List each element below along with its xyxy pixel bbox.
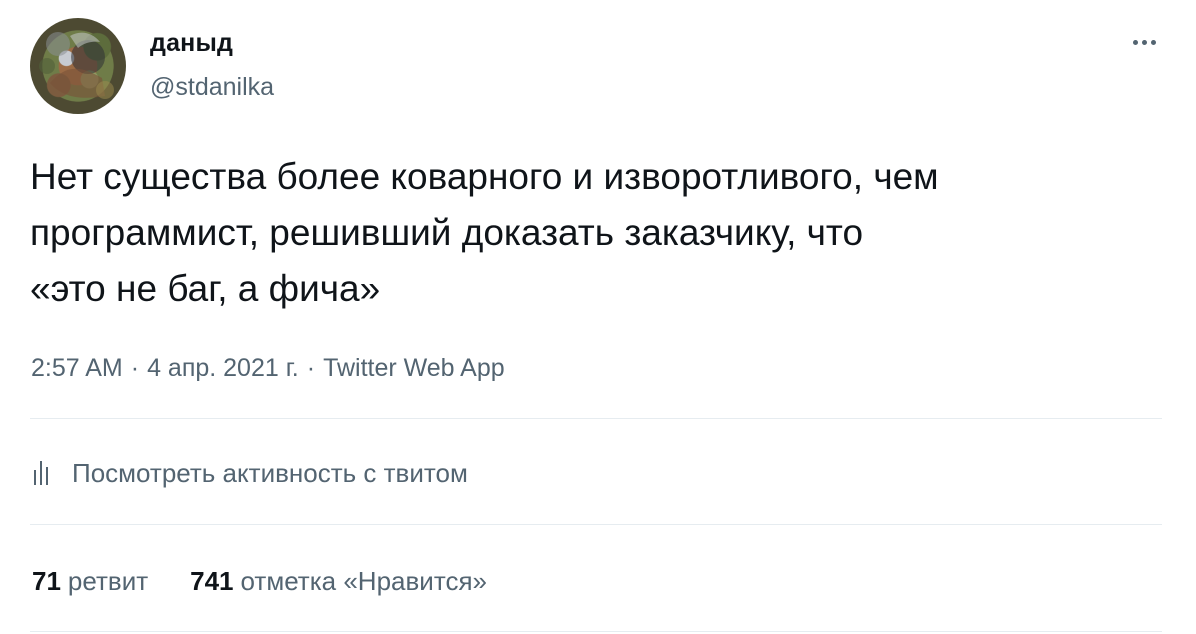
profile-photo-icon[interactable] [30, 18, 126, 114]
author-handle[interactable]: @stdanilka [150, 72, 274, 102]
tweet-stats: 71 ретвит 741 отметка «Нравится» [32, 563, 487, 599]
view-tweet-activity-label: Посмотреть активность с твитом [72, 458, 468, 488]
analytics-bars-icon [34, 461, 48, 485]
more-options-icon [1132, 39, 1138, 45]
author-display-name[interactable]: даныд [150, 28, 233, 58]
divider [30, 418, 1162, 419]
tweet-date[interactable]: 4 апр. 2021 г. [147, 354, 299, 382]
tweet-card: даныд @stdanilka Нет существа более кова… [0, 0, 1196, 634]
divider [30, 524, 1162, 525]
tweet-meta: 2:57 AM · 4 апр. 2021 г. · Twitter Web App [31, 351, 505, 385]
retweets-stat[interactable]: 71 ретвит [32, 563, 148, 599]
tweet-text: Нет существа более коварного и изворотли… [30, 156, 939, 309]
tweet-time[interactable]: 2:57 AM [31, 354, 123, 382]
view-tweet-activity-link[interactable]: Посмотреть активность с твитом [32, 456, 468, 490]
likes-count: 741 [190, 566, 234, 596]
more-options-button[interactable] [1124, 30, 1164, 54]
tweet-source-link[interactable]: Twitter Web App [323, 354, 505, 382]
more-options-icon [1150, 39, 1156, 45]
retweets-count: 71 [32, 566, 61, 596]
likes-stat[interactable]: 741 отметка «Нравится» [190, 563, 487, 599]
meta-separator: · [130, 354, 140, 382]
retweets-label: ретвит [67, 566, 149, 596]
likes-label: отметка «Нравится» [240, 566, 487, 596]
more-options-icon [1141, 39, 1147, 45]
meta-separator: · [306, 354, 316, 382]
divider [30, 631, 1162, 632]
